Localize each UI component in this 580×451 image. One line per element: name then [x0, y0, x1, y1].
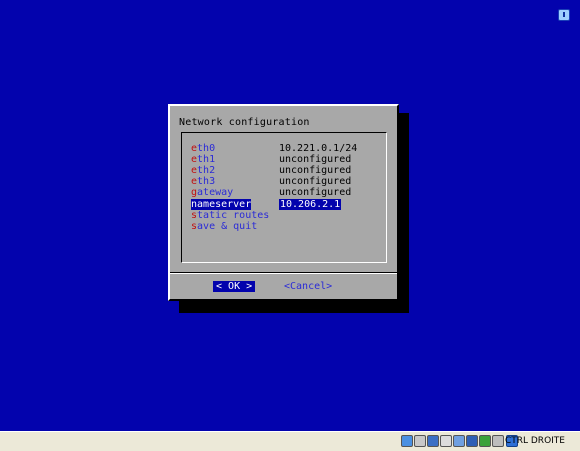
host-status-bar: CTRL DROITE [0, 431, 580, 451]
menu-item-key: save & quit [191, 221, 277, 232]
menu-item-label: th1 [197, 154, 216, 165]
ok-button-bracket-left: < [216, 281, 229, 292]
menu-item-eth1[interactable]: eth1 unconfigured [191, 154, 351, 165]
overlay-indicator-icon [558, 9, 570, 21]
network-configuration-dialog: Network configuration eth0 10.221.0.1/24… [168, 104, 399, 301]
ok-button-bracket-right: > [240, 281, 253, 292]
host-key-label: CTRL DROITE [504, 436, 565, 446]
menu-item-eth2[interactable]: eth2 unconfigured [191, 165, 351, 176]
status-icons [401, 435, 504, 447]
dialog-title: Network configuration [179, 117, 310, 128]
button-separator-highlight [170, 273, 397, 274]
menu-item-label: th0 [197, 143, 216, 154]
shared-folders-icon[interactable] [453, 435, 465, 447]
menu-item-value: unconfigured [279, 154, 352, 165]
menu-item-save-and-quit[interactable]: save & quit [191, 221, 277, 232]
menu-item-key-selected: nameserver [191, 199, 252, 210]
menu-item-nameserver[interactable]: nameserver 10.206.2.1 [191, 199, 342, 210]
ok-button[interactable]: < OK > [213, 281, 256, 292]
menu-item-label: th2 [197, 165, 216, 176]
menu-item-key: eth1 [191, 154, 277, 165]
usb-icon[interactable] [440, 435, 452, 447]
hard-disk-icon[interactable] [401, 435, 413, 447]
menu-item-key: eth0 [191, 143, 277, 154]
menu-item-value: unconfigured [279, 176, 352, 187]
menu-item-value: unconfigured [279, 187, 352, 198]
menu-item-key: eth3 [191, 176, 277, 187]
menu-item-static-routes[interactable]: static routes [191, 210, 277, 221]
menu-item-label: th3 [197, 176, 216, 187]
menu-item-label: tatic routes [197, 210, 270, 221]
cancel-button[interactable]: <Cancel> [284, 281, 332, 292]
floppy-icon[interactable] [427, 435, 439, 447]
menu-item-eth0[interactable]: eth0 10.221.0.1/24 [191, 143, 357, 154]
menu-item-key: gateway [191, 187, 277, 198]
menu-item-label: ave & quit [197, 221, 258, 232]
menu-item-value: 10.221.0.1/24 [279, 143, 358, 154]
menu-item-value-selected: 10.206.2.1 [279, 199, 342, 210]
menu-item-label: ameserver [197, 199, 252, 210]
menu-item-gateway[interactable]: gateway unconfigured [191, 187, 351, 198]
menu-item-key: eth2 [191, 165, 277, 176]
menu-item-value: unconfigured [279, 165, 352, 176]
vm-screen[interactable]: Network configuration eth0 10.221.0.1/24… [0, 0, 580, 431]
network-icon[interactable] [479, 435, 491, 447]
mouse-integration-icon[interactable] [492, 435, 504, 447]
display-icon[interactable] [466, 435, 478, 447]
optical-drive-icon[interactable] [414, 435, 426, 447]
menu-item-key: static routes [191, 210, 277, 221]
menu-item-label: ateway [197, 187, 234, 198]
menu-item-eth3[interactable]: eth3 unconfigured [191, 176, 351, 187]
